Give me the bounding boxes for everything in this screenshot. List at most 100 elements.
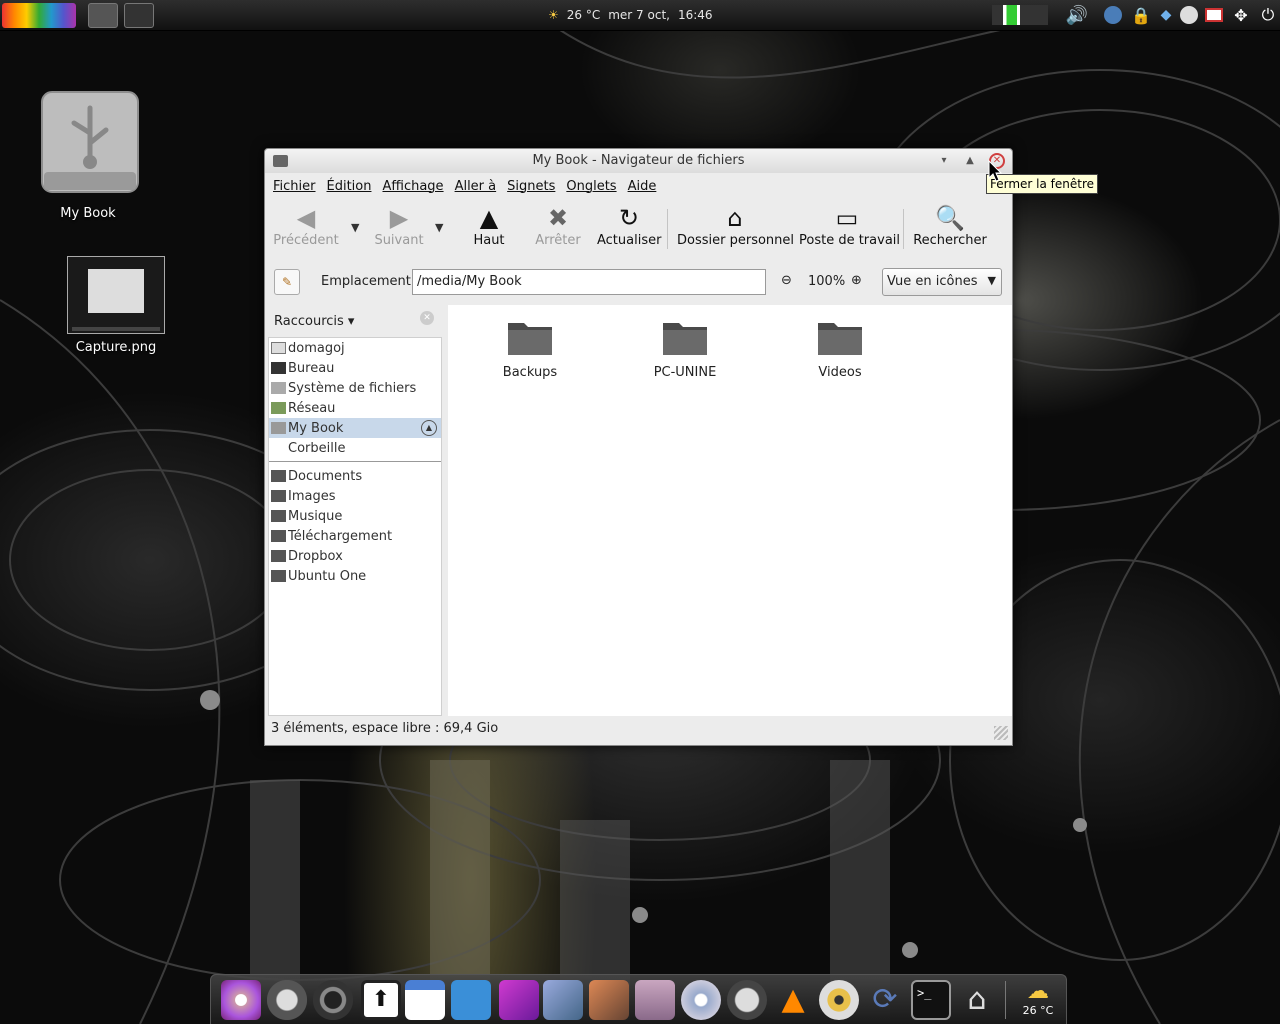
sidebar-item-downloads[interactable]: Téléchargement xyxy=(269,526,441,546)
chrome-icon[interactable] xyxy=(313,980,353,1020)
stop-button[interactable]: ✖ Arrêter xyxy=(533,203,583,248)
settings-icon[interactable] xyxy=(221,980,261,1020)
image-thumbnail-icon xyxy=(67,256,165,334)
sidebar-item-filesystem[interactable]: Système de fichiers xyxy=(269,378,441,398)
location-label: Emplacement : xyxy=(321,274,420,289)
terminal-icon[interactable]: >_ xyxy=(911,980,951,1020)
app-menu-icon[interactable] xyxy=(2,3,76,28)
view-mode-select[interactable]: Vue en icônes ▼ xyxy=(882,268,1002,296)
zoom-in-button[interactable]: ⊕ xyxy=(851,273,862,288)
folder-item[interactable]: Backups xyxy=(475,317,585,380)
desktop-icon xyxy=(271,362,286,374)
folder-icon xyxy=(508,323,552,355)
folder-icon xyxy=(271,510,286,522)
close-sidebar-button[interactable]: ✕ xyxy=(420,311,434,325)
home-folder-icon[interactable]: ⌂ xyxy=(957,980,997,1020)
vlc-icon[interactable]: ▲ xyxy=(773,980,813,1020)
folder-item[interactable]: Videos xyxy=(785,317,895,380)
sidebar-item-music[interactable]: Musique xyxy=(269,506,441,526)
system-monitor-icon[interactable] xyxy=(988,4,1052,26)
gallery-icon[interactable] xyxy=(589,980,629,1020)
stop-icon: ✖ xyxy=(547,204,569,232)
file-name: Videos xyxy=(818,365,862,380)
up-button[interactable]: ▲ Haut xyxy=(467,203,511,248)
file-view: Backups PC-UNINE Videos xyxy=(448,305,1012,716)
graphics-icon[interactable] xyxy=(499,980,539,1020)
sidebar-item-network[interactable]: Réseau xyxy=(269,398,441,418)
show-desktop-icon[interactable] xyxy=(124,3,154,28)
menu-onglets[interactable]: Onglets xyxy=(566,179,616,194)
dropbox-icon[interactable]: ◆ xyxy=(1156,4,1176,26)
sidebar-item-images[interactable]: Images xyxy=(269,486,441,506)
zoom-out-button[interactable]: ⊖ xyxy=(781,273,792,288)
panel-time: 16:46 xyxy=(677,8,713,22)
menu-aller[interactable]: Aller à xyxy=(455,179,497,194)
photos-icon[interactable] xyxy=(543,980,583,1020)
weather-icon[interactable]: ☁ 26 °C xyxy=(1013,980,1063,1020)
sync-icon[interactable]: ⟳ xyxy=(865,980,905,1020)
messenger-icon[interactable] xyxy=(451,980,491,1020)
lock-icon[interactable]: 🔒 xyxy=(1130,4,1152,26)
sidebar-item-trash[interactable]: Corbeille xyxy=(269,438,441,458)
clock[interactable]: ☀ 26 °C mer 7 oct, 16:46 xyxy=(548,8,721,22)
location-input[interactable]: /media/My Book xyxy=(412,269,766,295)
headphones-icon[interactable] xyxy=(727,980,767,1020)
firefox-icon[interactable] xyxy=(267,980,307,1020)
home-button[interactable]: ⌂ Dossier personnel xyxy=(677,203,794,248)
search-button[interactable]: 🔍 Rechercher xyxy=(911,203,989,248)
resize-grip[interactable] xyxy=(994,726,1008,740)
desktop-icon-my-book[interactable]: My Book xyxy=(28,88,148,221)
back-history-dropdown[interactable]: ▼ xyxy=(351,221,359,234)
folder-item[interactable]: PC-UNINE xyxy=(630,317,740,380)
sidebar-item-my-book[interactable]: My Book ▲ xyxy=(269,418,441,438)
menu-edition[interactable]: Édition xyxy=(327,179,372,194)
menu-aide[interactable]: Aide xyxy=(628,179,657,194)
toggle-location-button[interactable]: ✎ xyxy=(274,269,300,295)
minimize-button[interactable]: ▾ xyxy=(936,153,952,169)
desktop-icon-capture[interactable]: Capture.png xyxy=(60,256,172,355)
media-player-icon[interactable] xyxy=(635,980,675,1020)
maximize-button[interactable]: ▲ xyxy=(962,153,978,169)
zoom-level[interactable]: 100% xyxy=(808,274,845,289)
gmail-icon[interactable] xyxy=(1203,4,1225,26)
itunes-icon[interactable] xyxy=(681,980,721,1020)
status-text: 3 éléments, espace libre : 69,4 Gio xyxy=(271,721,499,736)
dock-separator xyxy=(1005,981,1006,1019)
back-button[interactable]: ◀ Précédent xyxy=(273,203,339,248)
menu-fichier[interactable]: Fichier xyxy=(273,179,316,194)
sidebar-item-ubuntu-one[interactable]: Ubuntu One xyxy=(269,566,441,586)
sidebar-item-dropbox[interactable]: Dropbox xyxy=(269,546,441,566)
folder-icon xyxy=(271,490,286,502)
forward-button[interactable]: ▶ Suivant xyxy=(369,203,429,248)
sidebar-item-documents[interactable]: Documents xyxy=(269,466,441,486)
computer-button[interactable]: ▭ Poste de travail xyxy=(799,203,900,248)
drive-icon xyxy=(271,422,286,434)
network-icon[interactable] xyxy=(1102,4,1124,26)
sidebar-item-desktop[interactable]: Bureau xyxy=(269,358,441,378)
forward-history-dropdown[interactable]: ▼ xyxy=(435,221,443,234)
window-list-icon[interactable] xyxy=(88,3,118,28)
file-manager-window: My Book - Navigateur de fichiers ▾ ▲ ✕ F… xyxy=(264,148,1013,746)
upload-icon[interactable]: ⬆ xyxy=(361,980,401,1020)
sidebar-item-home[interactable]: domagoj xyxy=(269,338,441,358)
arrow-left-icon: ◀ xyxy=(296,204,316,232)
location-bar: ✎ Emplacement : /media/My Book ⊖ 100% ⊕ … xyxy=(265,263,1012,303)
menu-affichage[interactable]: Affichage xyxy=(382,179,443,194)
dock-weather-label: 26 °C xyxy=(1022,1004,1054,1017)
eject-icon[interactable]: ▲ xyxy=(421,420,437,436)
calendar-icon[interactable] xyxy=(405,980,445,1020)
arrows-icon[interactable]: ✥ xyxy=(1226,4,1256,26)
volume-icon[interactable]: 🔊 xyxy=(1064,4,1090,26)
sidebar-divider xyxy=(269,461,441,463)
reload-button[interactable]: ↻ Actualiser xyxy=(597,203,661,248)
file-name: PC-UNINE xyxy=(653,365,717,380)
window-titlebar[interactable]: My Book - Navigateur de fichiers ▾ ▲ ✕ xyxy=(265,149,1012,173)
menu-signets[interactable]: Signets xyxy=(507,179,555,194)
sidebar-mode-select[interactable]: Raccourcis ▾ xyxy=(274,314,354,329)
file-name: Backups xyxy=(502,365,558,380)
power-icon[interactable]: ⏻ xyxy=(1258,4,1278,26)
arrow-right-icon: ▶ xyxy=(389,204,409,232)
ubuntuone-icon[interactable] xyxy=(1178,4,1200,26)
disc-burner-icon[interactable] xyxy=(819,980,859,1020)
computer-icon: ▭ xyxy=(835,204,859,232)
